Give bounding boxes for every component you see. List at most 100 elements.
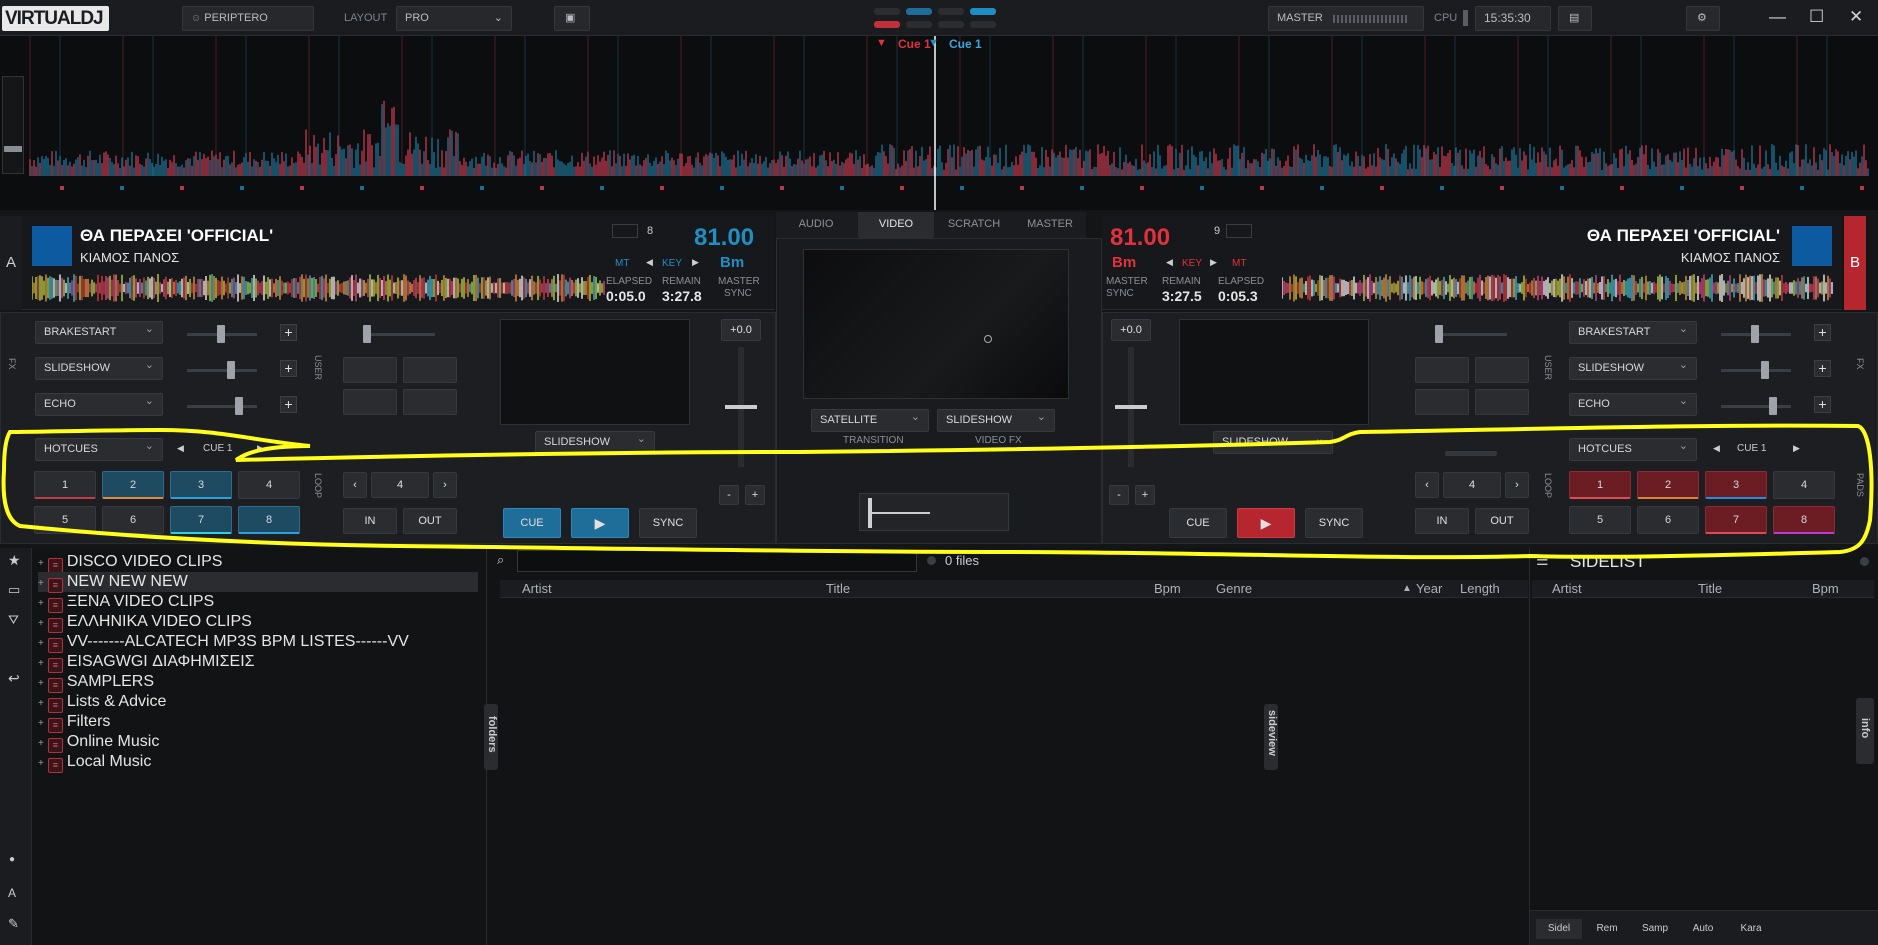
pitch-plus-button[interactable]: + [1135,485,1155,505]
fx-slot-3-slider[interactable] [1721,405,1791,408]
sideview-bottom-tab[interactable]: Samp [1632,919,1678,939]
cue-prev-icon[interactable]: ◀ [1713,443,1720,454]
fx-3-add-button[interactable]: + [280,396,297,413]
folder-tree-item[interactable]: + ≡ VV-------ALCATECH MP3S BPM LISTES-----… [38,632,409,653]
master-volume[interactable]: MASTER [1268,6,1424,31]
back-icon[interactable]: ↩ [8,670,20,687]
loop-out-button[interactable]: OUT [403,508,457,534]
user-slot[interactable] [343,357,397,383]
expand-icon[interactable]: + [38,698,44,709]
column-header-title[interactable]: Title [826,580,850,598]
deck-b-video-fx-select[interactable]: SLIDESHOW [1213,429,1333,454]
column-header-bpm[interactable]: Bpm [1154,580,1181,598]
sync-label[interactable]: SYNC [1106,288,1134,299]
user-slot[interactable] [1415,357,1469,383]
font-size-icon[interactable]: A [8,886,16,900]
user-slot[interactable] [1415,389,1469,415]
tab-video[interactable]: VIDEO [858,212,934,238]
expand-icon[interactable]: + [38,658,44,669]
hotcue-pad-4[interactable]: 4 [1773,471,1835,499]
column-header-artist[interactable]: Artist [522,580,552,598]
user-slider[interactable] [1435,333,1507,336]
slider-handle[interactable] [1435,325,1443,343]
deck-b-sync-button[interactable]: SYNC [1305,508,1363,538]
hotcue-pad-8[interactable]: 8 [238,506,300,534]
fx-slot-1-select[interactable]: BRAKESTART [35,319,163,344]
tab-scratch[interactable]: SCRATCH [936,212,1012,236]
folder-tree-item[interactable]: + ≡ Online Music [38,732,159,753]
minimize-icon[interactable]: — [1769,7,1786,27]
hotcue-pad-5[interactable]: 5 [34,506,96,534]
loop-in-button[interactable]: IN [343,508,397,534]
tab-audio[interactable]: AUDIO [776,212,856,236]
expand-icon[interactable]: + [38,578,44,589]
sideview-bottom-tab[interactable]: Sidel [1536,919,1582,939]
key-down-icon[interactable]: ◀ [1166,257,1173,268]
hotcue-pad-6[interactable]: 6 [1637,506,1699,534]
key-up-icon[interactable]: ▶ [1210,257,1217,268]
deck-a-mt[interactable]: MT [615,258,629,269]
loop-out-button[interactable]: OUT [1475,508,1529,534]
folder-tree-item[interactable]: + ≡ ΕΛΛΗΝΙΚΑ VIDEO CLIPS [38,612,252,633]
loop-half-button[interactable]: ‹ [343,472,367,498]
sideview-bottom-tab[interactable]: Kara [1728,919,1774,939]
deck-b-cue-button[interactable]: CUE [1169,508,1227,538]
user-slot[interactable] [343,389,397,415]
transition-select[interactable]: SATELLITE [811,407,929,432]
expand-icon[interactable]: + [38,718,44,729]
hotcue-pad-2[interactable]: 2 [1637,471,1699,499]
loop-double-button[interactable]: › [1505,472,1529,498]
pitch-minus-button[interactable]: - [1109,485,1129,505]
sidelist-column-title[interactable]: Title [1698,580,1722,598]
star-icon[interactable]: ★ [8,552,21,569]
deck-a-video-fx-select[interactable]: SLIDESHOW [535,429,655,454]
column-header-year[interactable]: Year [1416,580,1442,598]
edit-icon[interactable]: ✎ [8,916,19,932]
slider-handle[interactable] [217,325,225,343]
sideview-bottom-tab[interactable]: Rem [1584,919,1630,939]
slider-handle[interactable] [1761,361,1769,379]
loop-double-button[interactable]: › [433,472,457,498]
pitch-plus-button[interactable]: + [745,485,765,505]
folder-add-icon[interactable]: ▭ [8,582,20,598]
expand-icon[interactable]: + [38,738,44,749]
expand-icon[interactable]: + [38,598,44,609]
fx-2-add-button[interactable]: + [1814,360,1831,377]
user-slot[interactable] [403,357,457,383]
deck-b-tab[interactable]: B [1844,216,1866,310]
folder-tree-item[interactable]: + ≡ ΞΕΝΑ VIDEO CLIPS [38,592,214,613]
deck-indicator[interactable] [906,8,932,15]
deck-b-play-button[interactable]: ▶ [1237,508,1295,538]
expand-icon[interactable]: + [38,618,44,629]
key-down-icon[interactable]: ◀ [646,257,653,268]
user-account-button[interactable]: ☺ PERIPTERO [182,6,314,31]
deck-indicator[interactable] [938,8,964,15]
hotcue-pad-1[interactable]: 1 [34,471,96,499]
hotcue-pad-1[interactable]: 1 [1569,471,1631,499]
hotcue-pad-7[interactable]: 7 [170,506,232,534]
dot-icon[interactable]: ● [9,854,15,865]
sideview-bottom-tab[interactable]: Auto [1680,919,1726,939]
folder-tree-item[interactable]: + ≡ Lists & Advice [38,692,166,713]
info-tab[interactable]: info [1856,698,1874,764]
cue-next-icon[interactable]: ▶ [1793,443,1800,454]
video-fx-select[interactable]: SLIDESHOW [937,407,1055,432]
expand-icon[interactable]: + [38,678,44,689]
maximize-icon[interactable]: ☐ [1809,7,1824,27]
master-label[interactable]: MASTER [718,276,760,287]
sidelist-column-bpm[interactable]: Bpm [1812,580,1839,598]
deck-b-waveform[interactable] [1282,274,1834,302]
user-slot[interactable] [1475,357,1529,383]
cue-prev-icon[interactable]: ◀ [177,443,184,454]
pads-mode-select[interactable]: HOTCUES [1569,436,1697,461]
fx-slot-3-select[interactable]: ECHO [35,391,163,416]
loop-half-button[interactable]: ‹ [1415,472,1439,498]
loop-in-button[interactable]: IN [1415,508,1469,534]
slider-handle[interactable] [1751,325,1759,343]
slider-handle[interactable] [227,361,235,379]
slider-handle[interactable] [235,397,243,415]
sideview-tab[interactable]: sideview [1264,704,1278,770]
expand-icon[interactable]: + [38,758,44,769]
fx-slot-2-select[interactable]: SLIDESHOW [1569,355,1697,380]
key-up-icon[interactable]: ▶ [692,257,699,268]
